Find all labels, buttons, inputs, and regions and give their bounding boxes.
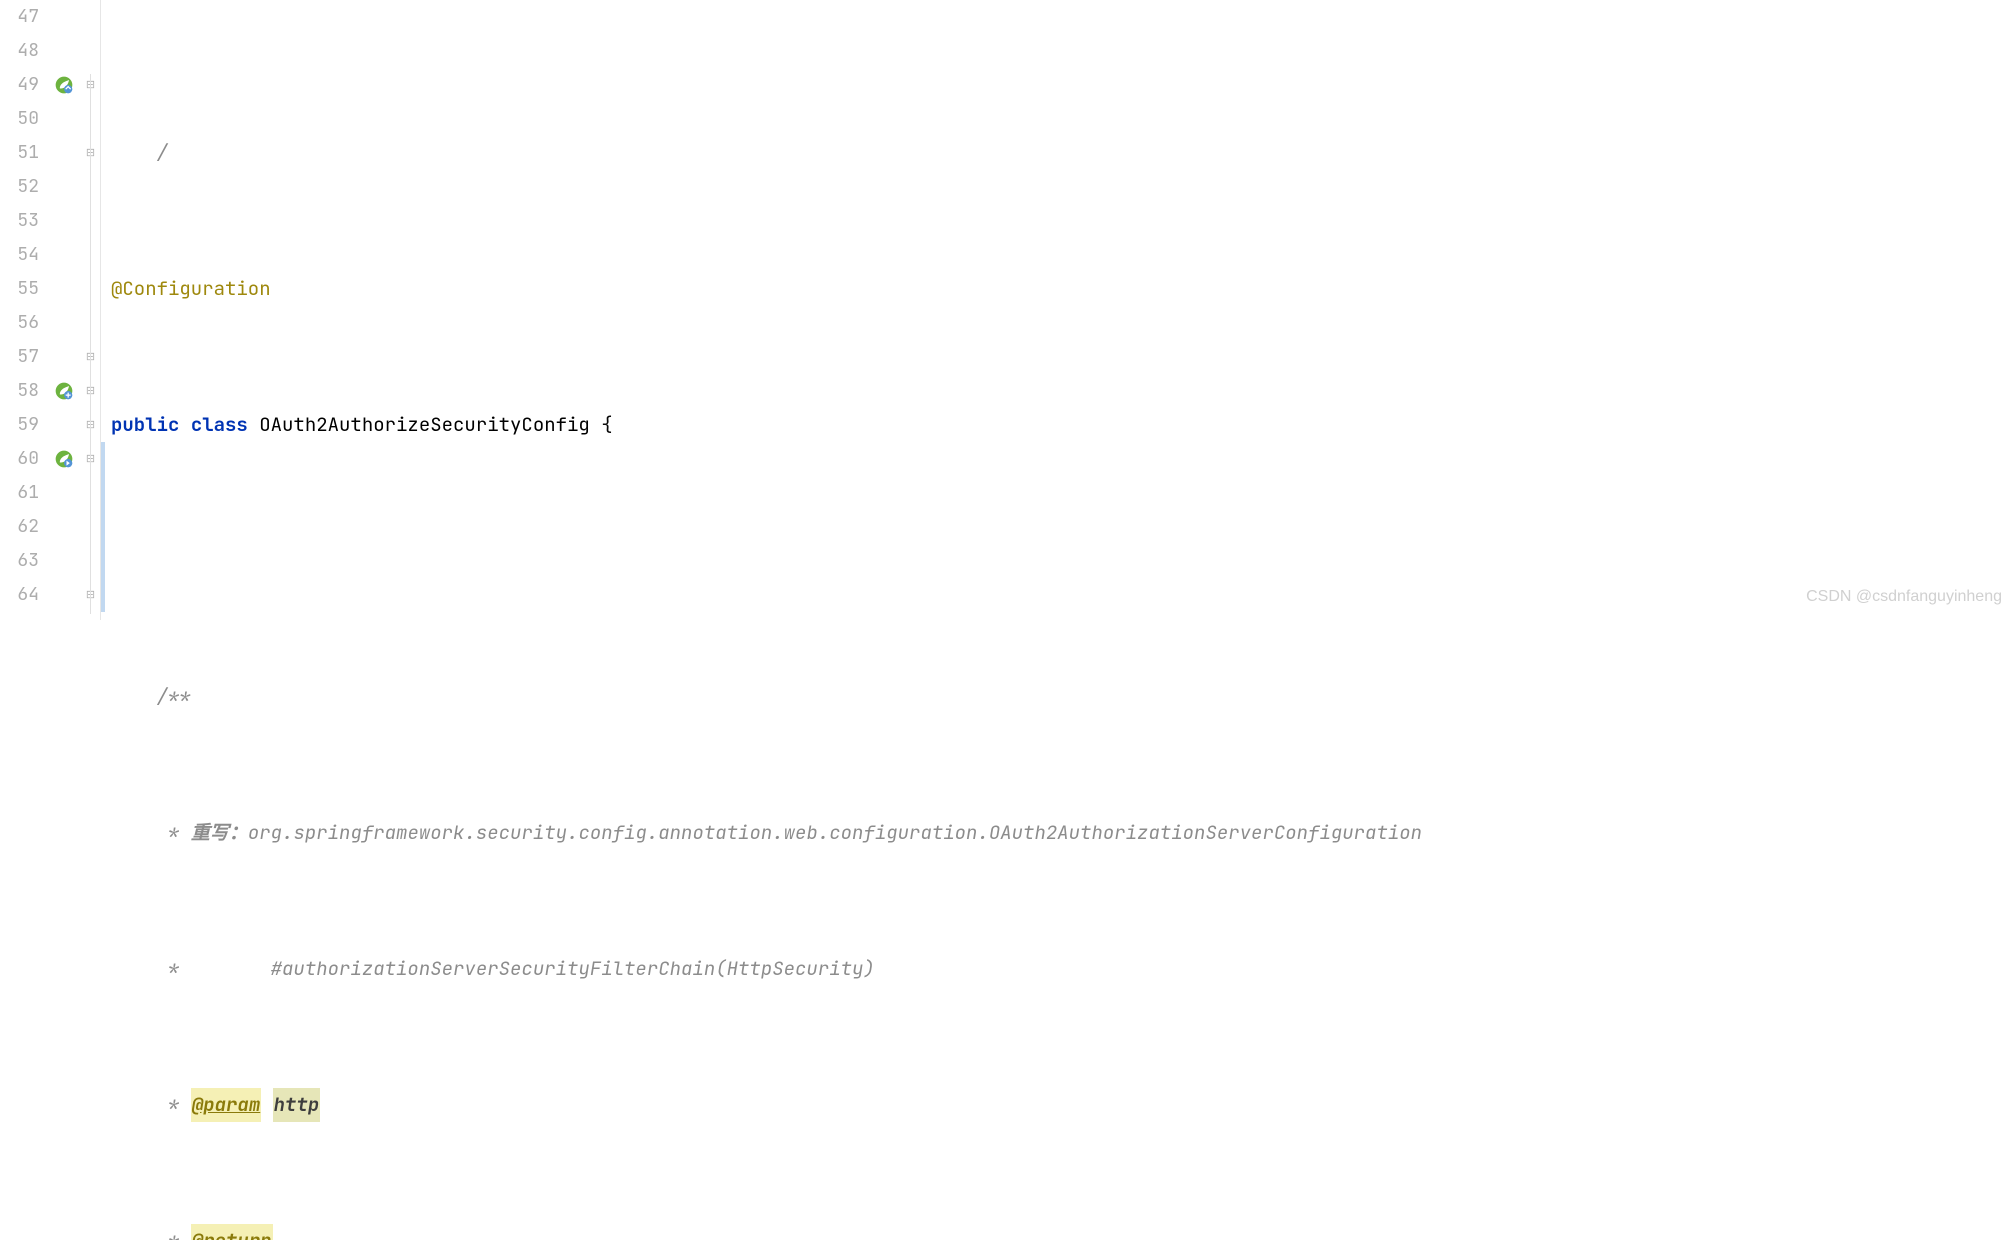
line-number[interactable]: 54 [0, 238, 39, 272]
line-number[interactable]: 62 [0, 510, 39, 544]
line-number[interactable]: 60 [0, 442, 39, 476]
line-number[interactable]: 55 [0, 272, 39, 306]
line-number[interactable]: 50 [0, 102, 39, 136]
code-content[interactable]: / @Configuration public class OAuth2Auth… [101, 0, 2016, 620]
line-number[interactable]: 47 [0, 0, 39, 34]
code-line[interactable]: * #authorizationServerSecurityFilterChai… [101, 952, 2016, 986]
code-line[interactable]: * 重写：org.springframework.security.config… [101, 816, 2016, 850]
vcs-change-marker[interactable] [101, 442, 105, 612]
spring-bean-method-icon[interactable] [47, 374, 81, 408]
code-line[interactable]: public class OAuth2AuthorizeSecurityConf… [101, 408, 2016, 442]
code-line[interactable]: * @param http [101, 1088, 2016, 1122]
line-number[interactable]: 51 [0, 136, 39, 170]
fold-column: ⊟ ⊟ ⊟ ⊟ ⊟ ⊟ ⊟ [81, 0, 101, 620]
code-line[interactable] [101, 544, 2016, 578]
code-line[interactable]: @Configuration [101, 272, 2016, 306]
line-number[interactable]: 53 [0, 204, 39, 238]
gutter-icon-column [47, 0, 81, 620]
code-line[interactable]: * @return [101, 1224, 2016, 1240]
line-number[interactable]: 58 [0, 374, 39, 408]
watermark-text: CSDN @csdnfanguyinheng [1806, 580, 2002, 614]
line-number[interactable]: 59 [0, 408, 39, 442]
line-number[interactable]: 52 [0, 170, 39, 204]
line-number[interactable]: 63 [0, 544, 39, 578]
line-number[interactable]: 61 [0, 476, 39, 510]
line-number[interactable]: 48 [0, 34, 39, 68]
spring-bean-class-icon[interactable] [47, 68, 81, 102]
line-number[interactable]: 64 [0, 578, 39, 612]
code-line[interactable]: /** [101, 680, 2016, 714]
line-number-gutter: 474849505152535455565758596061626364 [0, 0, 47, 620]
spring-bean-method-go-icon[interactable] [47, 442, 81, 476]
line-number[interactable]: 56 [0, 306, 39, 340]
line-number[interactable]: 49 [0, 68, 39, 102]
code-editor: 474849505152535455565758596061626364 ⊟ ⊟… [0, 0, 2016, 620]
line-number[interactable]: 57 [0, 340, 39, 374]
code-line[interactable]: / [101, 136, 2016, 170]
